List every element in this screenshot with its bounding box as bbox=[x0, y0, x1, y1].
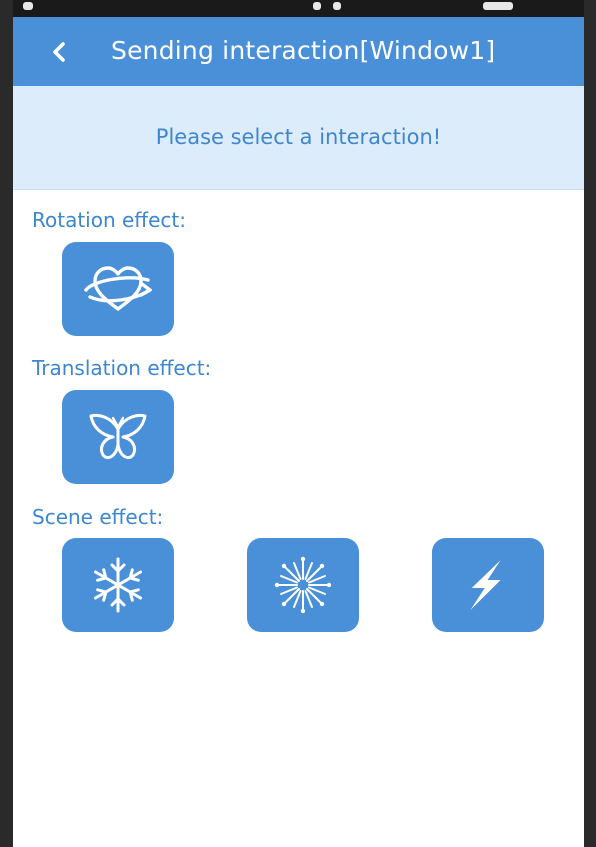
battery-icon bbox=[483, 2, 513, 10]
firework-icon bbox=[274, 556, 332, 614]
lightning-icon bbox=[470, 560, 501, 610]
app-screen: Sending interaction[Window1] Please sele… bbox=[13, 0, 584, 847]
status-indicator-icon bbox=[23, 2, 33, 10]
rotation-effect-label: Rotation effect: bbox=[32, 208, 186, 232]
scene-effect-label: Scene effect: bbox=[32, 505, 164, 529]
status-bar bbox=[13, 0, 584, 17]
chevron-left-icon bbox=[53, 42, 65, 62]
scene-snow-button[interactable] bbox=[62, 538, 174, 632]
status-indicator-icon bbox=[313, 2, 321, 10]
butterfly-icon bbox=[89, 413, 147, 460]
heart-orbit-icon bbox=[84, 266, 152, 311]
snowflake-icon bbox=[93, 557, 143, 613]
instruction-banner: Please select a interaction! bbox=[13, 86, 584, 190]
translation-butterfly-button[interactable] bbox=[62, 390, 174, 484]
back-button[interactable] bbox=[41, 33, 77, 71]
scene-firework-button[interactable] bbox=[247, 538, 359, 632]
status-indicator-icon bbox=[333, 2, 341, 10]
app-bar: Sending interaction[Window1] bbox=[13, 17, 584, 86]
instruction-text: Please select a interaction! bbox=[155, 125, 442, 149]
scene-lightning-button[interactable] bbox=[432, 538, 544, 632]
translation-effect-label: Translation effect: bbox=[32, 356, 212, 380]
page-title: Sending interaction[Window1] bbox=[111, 36, 496, 65]
rotation-heart-button[interactable] bbox=[62, 242, 174, 336]
